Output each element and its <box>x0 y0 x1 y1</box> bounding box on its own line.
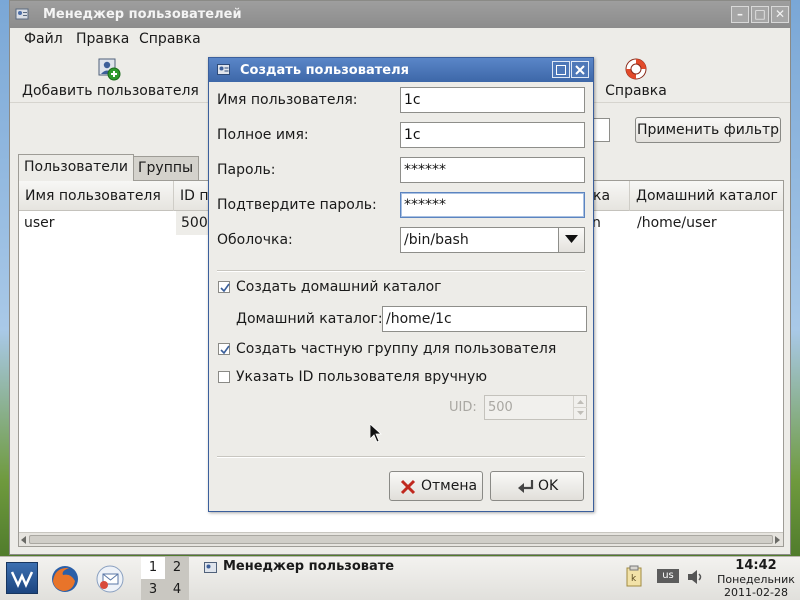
dialog-close-button[interactable] <box>571 61 589 78</box>
shell-label: Оболочка: <box>217 232 293 248</box>
maximize-icon <box>556 65 566 75</box>
fullname-input[interactable] <box>400 122 585 148</box>
dialog-title: Создать пользователя <box>240 63 409 78</box>
keyboard-layout-indicator[interactable]: us <box>657 569 679 583</box>
task-title: Менеджер пользовате <box>223 559 395 574</box>
cell-username: user <box>24 215 55 231</box>
mouse-cursor-icon <box>370 424 382 443</box>
firefox-icon[interactable] <box>49 563 81 595</box>
manual-uid-checkbox[interactable] <box>218 371 230 383</box>
create-home-checkbox[interactable] <box>218 281 230 293</box>
home-dir-label: Домашний каталог: <box>236 311 383 327</box>
chevron-down-icon <box>565 235 578 243</box>
uid-value: 500 <box>488 400 513 415</box>
tab-users[interactable]: Пользователи <box>18 154 134 181</box>
apply-filter-button[interactable]: Применить фильтр <box>635 117 781 143</box>
username-input[interactable] <box>400 87 585 113</box>
dialog-app-icon <box>217 64 230 75</box>
separator <box>217 270 585 272</box>
scroll-right-icon <box>775 536 780 544</box>
scrollbar-thumb[interactable] <box>29 535 773 544</box>
cancel-label: Отмена <box>421 478 478 494</box>
horizontal-scrollbar[interactable] <box>19 532 783 546</box>
add-user-button[interactable]: Добавить пользователя <box>22 51 199 103</box>
menubar: Файл Правка Справка <box>10 28 790 50</box>
ok-button[interactable]: OK <box>490 471 584 501</box>
menu-file[interactable]: Файл <box>24 31 63 47</box>
cell-user-id: 500 <box>176 211 212 235</box>
uid-spin-buttons <box>573 396 587 419</box>
menu-help[interactable]: Справка <box>139 31 201 47</box>
fullname-label: Полное имя: <box>217 127 309 143</box>
start-menu-button[interactable] <box>6 562 38 594</box>
users-app-icon <box>15 8 29 20</box>
workspace-2[interactable]: 2 <box>165 557 189 579</box>
clipboard-icon[interactable]: k <box>626 565 642 587</box>
volume-icon[interactable] <box>687 569 705 585</box>
create-home-label[interactable]: Создать домашний каталог <box>236 279 442 295</box>
scroll-left-icon <box>21 536 26 544</box>
password-label: Пароль: <box>217 162 276 178</box>
clock-day: Понедельник <box>717 573 795 586</box>
cancel-button[interactable]: Отмена <box>389 471 483 501</box>
mail-client-icon[interactable] <box>94 563 126 595</box>
menu-edit[interactable]: Правка <box>76 31 129 47</box>
tab-groups[interactable]: Группы <box>132 156 200 180</box>
users-app-icon <box>204 562 217 573</box>
workspace-1[interactable]: 1 <box>141 557 165 579</box>
checkmark-icon <box>220 283 230 293</box>
workspace-pager: 1 2 3 4 <box>141 557 189 600</box>
create-user-dialog: Создать пользователя Имя пользователя: П… <box>208 57 594 512</box>
manual-uid-label[interactable]: Указать ID пользователя вручную <box>236 369 487 385</box>
help-toolbar-button[interactable]: Справка <box>603 51 669 103</box>
column-shell[interactable]: ка <box>590 181 630 211</box>
main-title: Менеджер пользователей <box>43 7 242 22</box>
column-username[interactable]: Имя пользователя <box>19 181 174 211</box>
spin-arrows-icon <box>574 400 587 415</box>
help-toolbar-label: Справка <box>605 83 667 99</box>
dialog-titlebar[interactable]: Создать пользователя <box>209 58 593 82</box>
confirm-password-input[interactable] <box>400 192 585 218</box>
checkmark-icon <box>220 345 230 355</box>
close-button[interactable]: ✕ <box>771 6 789 23</box>
separator <box>217 456 585 458</box>
username-label: Имя пользователя: <box>217 92 358 108</box>
cancel-x-icon <box>400 479 416 495</box>
clock-date: 2011-02-28 <box>724 586 788 599</box>
uid-label: UID: <box>449 400 477 415</box>
add-user-icon <box>98 58 121 81</box>
ok-label: OK <box>538 478 559 494</box>
cell-shell: n <box>592 215 601 231</box>
column-home-dir[interactable]: Домашний каталог <box>630 181 785 211</box>
private-group-checkbox[interactable] <box>218 343 230 355</box>
shell-select[interactable]: /bin/bash <box>400 227 585 253</box>
private-group-label[interactable]: Создать частную группу для пользователя <box>236 341 556 357</box>
workspace-4[interactable]: 4 <box>165 579 189 600</box>
workspace-3[interactable]: 3 <box>141 579 165 600</box>
close-icon <box>575 65 585 75</box>
add-user-label: Добавить пользователя <box>22 83 199 99</box>
taskbar: 1 2 3 4 Менеджер пользовате k us 14:42 П… <box>0 556 800 600</box>
dialog-maximize-button[interactable] <box>552 61 570 78</box>
uid-spinbox: 500 <box>484 395 587 420</box>
enter-arrow-icon <box>518 480 534 493</box>
shell-value: /bin/bash <box>404 232 469 248</box>
start-logo-icon <box>10 571 34 589</box>
svg-text:k: k <box>631 574 637 584</box>
maximize-button[interactable]: □ <box>751 6 769 23</box>
shell-dropdown-button[interactable] <box>558 228 584 252</box>
minimize-button[interactable]: – <box>731 6 749 23</box>
main-titlebar[interactable]: Менеджер пользователей – □ ✕ <box>10 1 790 28</box>
confirm-password-label: Подтвердите пароль: <box>217 197 377 213</box>
clock-time: 14:42 <box>735 558 777 573</box>
cell-home-dir: /home/user <box>637 215 717 231</box>
home-dir-input[interactable]: /home/1c <box>382 306 587 332</box>
password-input[interactable] <box>400 157 585 183</box>
lifebuoy-icon <box>625 58 647 80</box>
clock[interactable]: 14:42 Понедельник 2011-02-28 <box>712 557 800 599</box>
